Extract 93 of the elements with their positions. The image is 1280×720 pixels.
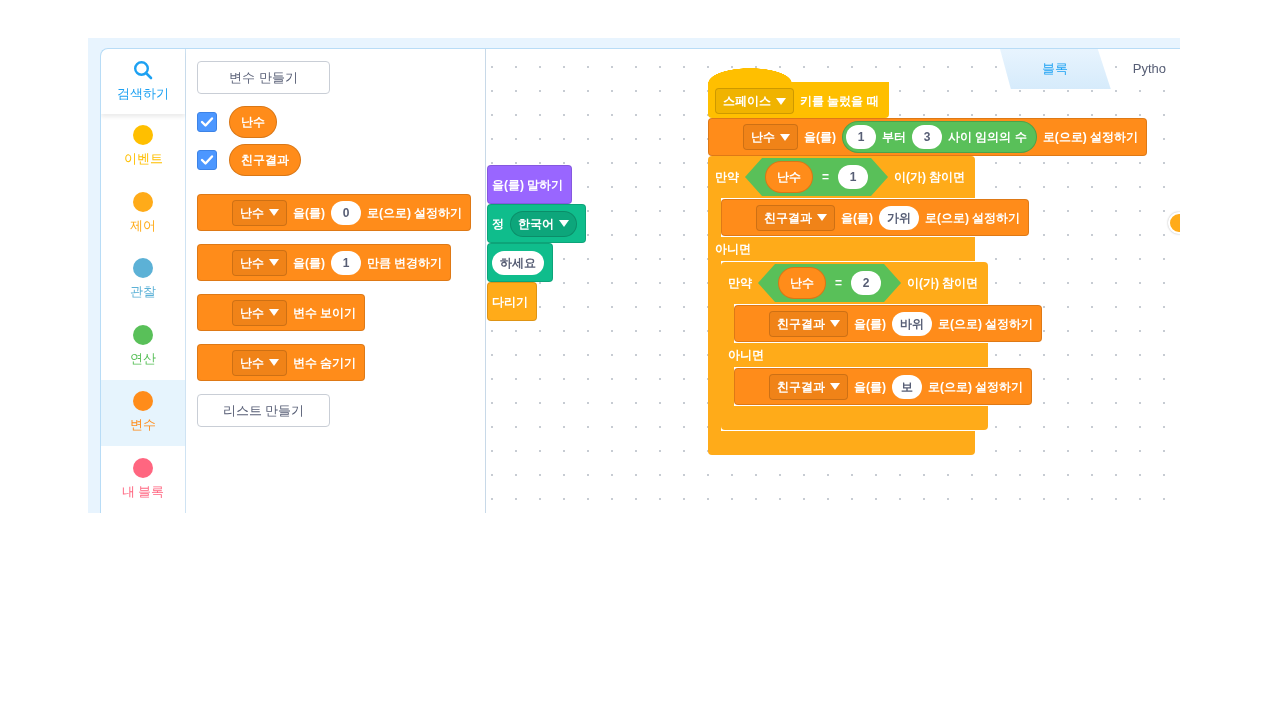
block-label: 로(으로) 설정하기: [1042, 129, 1138, 146]
block-dropdown[interactable]: 한국어: [510, 210, 577, 237]
category-item[interactable]: 관찰: [101, 246, 185, 314]
caret-icon: [559, 220, 569, 227]
block-label: 로(으로) 설정하기: [928, 378, 1024, 396]
block-label: 을(를): [293, 204, 325, 222]
value-input[interactable]: 하세요: [492, 250, 544, 275]
check-icon: [200, 154, 214, 166]
block-dropdown[interactable]: 난수: [232, 199, 287, 226]
block-label: 이(가) 참이면: [894, 169, 966, 186]
value-input[interactable]: 1: [846, 125, 876, 149]
caret-icon: [269, 309, 279, 316]
block-label: 부터: [882, 129, 906, 146]
value-input[interactable]: 3: [912, 125, 942, 149]
code-block[interactable]: 하세요: [487, 243, 553, 282]
category-item[interactable]: 내 블록: [101, 446, 185, 513]
value-input[interactable]: 0: [331, 200, 361, 225]
block-dropdown[interactable]: 난수: [232, 299, 287, 326]
value-input[interactable]: 가위: [879, 205, 919, 230]
block-label: =: [835, 275, 842, 292]
block-label: 을(를): [854, 315, 886, 333]
block-label: 을(를): [841, 209, 873, 227]
block-label: 키를 눌렀을 때: [800, 93, 879, 110]
block-dropdown[interactable]: 난수: [232, 249, 287, 276]
block-dropdown[interactable]: 스페이스: [715, 88, 794, 114]
block-dropdown[interactable]: 친구결과: [769, 310, 848, 337]
category-item[interactable]: 검색하기: [101, 49, 185, 114]
code-block[interactable]: 정 한국어: [487, 204, 586, 243]
block-dropdown[interactable]: 친구결과: [756, 204, 835, 231]
code-block[interactable]: 난수 을(를) 1 부터 3 사이 임의의 수 로(으로) 설정하기: [708, 118, 1147, 156]
variable-reporter: 난수: [778, 267, 826, 299]
variable-reporter[interactable]: 난수: [229, 106, 277, 138]
category-item[interactable]: 제어: [101, 180, 185, 247]
block-label: 변수 보이기: [293, 304, 357, 322]
block-label: 이(가) 참이면: [907, 275, 979, 292]
variable-reporter: 난수: [765, 161, 813, 193]
code-block[interactable]: 친구결과 을(를) 보 로(으로) 설정하기: [734, 368, 1033, 405]
block-dropdown[interactable]: 난수: [232, 349, 287, 376]
value-input[interactable]: 1: [331, 250, 361, 275]
check-icon: [200, 116, 214, 128]
code-block[interactable]: 친구결과 을(를) 가위 로(으로) 설정하기: [721, 199, 1030, 236]
c-block-header[interactable]: 만약 난수 = 1 이(가) 참이면: [708, 156, 976, 198]
checkbox[interactable]: [197, 112, 217, 132]
category-item[interactable]: 변수: [101, 379, 185, 447]
block-dropdown[interactable]: 난수: [743, 124, 798, 150]
block-label: 로(으로) 설정하기: [367, 204, 463, 222]
caret-icon: [780, 133, 790, 141]
block-label: 변수 숨기기: [293, 354, 357, 372]
code-block[interactable]: 난수 을(를) 1 만큼 변경하기: [197, 244, 452, 281]
palette-button[interactable]: 변수 만들기: [197, 61, 330, 94]
code-block[interactable]: 난수 변수 보이기: [197, 294, 366, 331]
block-label: 아니면: [728, 347, 764, 364]
block-label: 을(를): [293, 254, 325, 272]
caret-icon: [776, 97, 786, 105]
code-block[interactable]: 다리기: [487, 282, 537, 321]
block-label: 을(를): [854, 378, 886, 396]
caret-icon: [269, 209, 279, 216]
category-item[interactable]: 이벤트: [101, 113, 185, 181]
block-label: 만큼 변경하기: [367, 254, 443, 272]
code-block[interactable]: 난수 을(를) 0 로(으로) 설정하기: [197, 194, 472, 231]
tab[interactable]: 블록: [999, 49, 1111, 89]
code-block[interactable]: 을(를) 말하기: [487, 165, 573, 204]
caret-icon: [830, 320, 840, 327]
block-label: 아니면: [715, 241, 751, 258]
block-dropdown[interactable]: 친구결과: [769, 373, 848, 400]
block-label: 다리기: [492, 293, 528, 311]
block-label: 만약: [715, 169, 739, 186]
block-label: =: [822, 169, 829, 186]
block-label: 사이 임의의 수: [948, 129, 1027, 146]
block-label: 을(를) 말하기: [492, 176, 564, 194]
caret-icon: [817, 214, 827, 221]
variable-reporter[interactable]: 친구결과: [229, 144, 301, 176]
block-label: 로(으로) 설정하기: [938, 315, 1034, 333]
caret-icon: [830, 383, 840, 390]
checkbox[interactable]: [197, 150, 217, 170]
caret-icon: [269, 259, 279, 266]
value-input[interactable]: 보: [892, 374, 922, 399]
block-label: 만약: [728, 275, 752, 292]
block-label: 을(를): [804, 129, 836, 146]
event-block[interactable]: 스페이스 키를 눌렀을 때: [708, 68, 889, 118]
c-block-header[interactable]: 만약 난수 = 2 이(가) 참이면: [721, 262, 989, 304]
tab[interactable]: Pytho: [1110, 49, 1180, 89]
palette-button[interactable]: 리스트 만들기: [197, 394, 330, 427]
block-label: 로(으로) 설정하기: [925, 209, 1021, 227]
category-item[interactable]: 연산: [101, 313, 185, 380]
caret-icon: [269, 359, 279, 366]
block-label: 정: [492, 215, 504, 233]
value-input[interactable]: 바위: [892, 311, 932, 336]
search-icon: [133, 59, 153, 80]
code-block[interactable]: 친구결과 을(를) 바위 로(으로) 설정하기: [734, 305, 1043, 342]
code-block[interactable]: 난수 변수 숨기기: [197, 344, 366, 381]
value-input[interactable]: 2: [851, 271, 881, 295]
value-input[interactable]: 1: [838, 165, 868, 189]
